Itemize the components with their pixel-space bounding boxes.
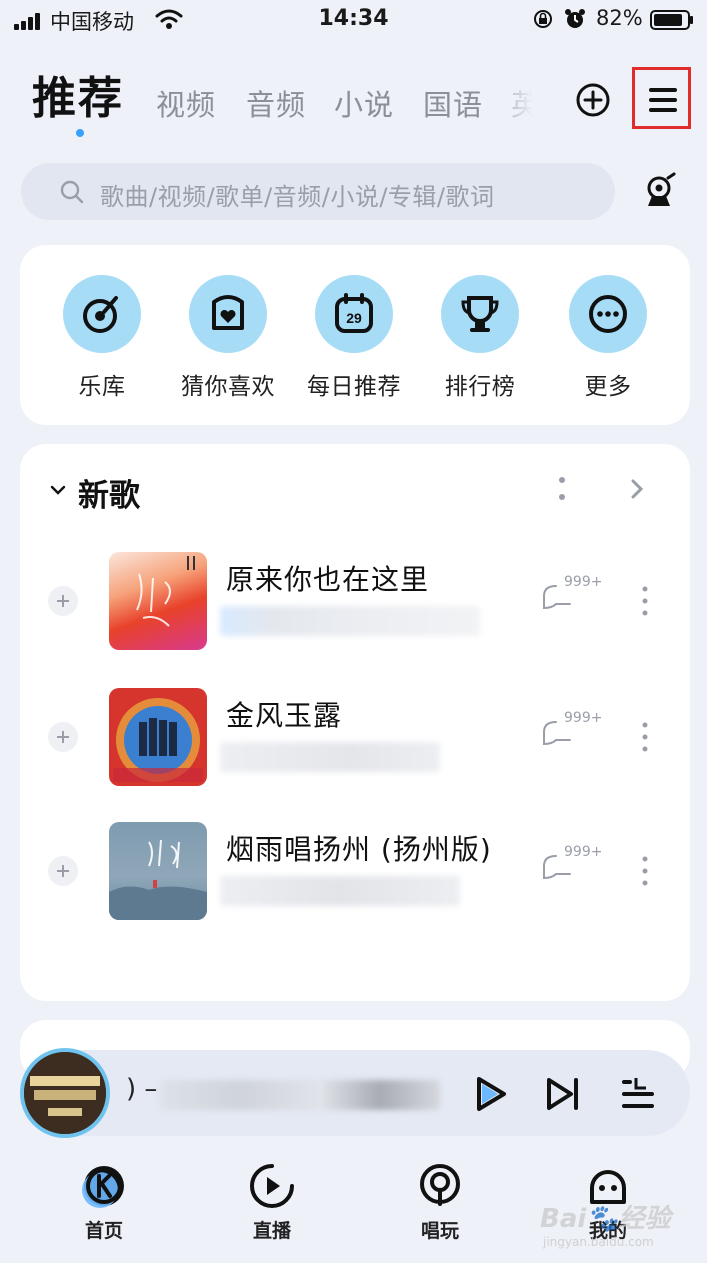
tab-novel[interactable]: 小说 [334, 82, 394, 124]
add-to-playlist-button[interactable] [48, 856, 78, 886]
chevron-right-icon[interactable] [630, 478, 644, 500]
now-playing-redacted [160, 1080, 320, 1110]
song-more-icon[interactable] [642, 856, 648, 886]
active-tab-indicator [76, 129, 84, 137]
quick-guess-you-like[interactable]: 猜你喜欢 [168, 275, 288, 401]
next-track-icon[interactable] [543, 1074, 583, 1114]
nav-home[interactable]: 首页 [44, 1162, 164, 1243]
song-title: 原来你也在这里 [226, 563, 430, 596]
alarm-icon [565, 9, 585, 28]
section-title: 新歌 [78, 478, 140, 514]
home-k-icon [82, 1166, 124, 1208]
quick-more[interactable]: 更多 [548, 275, 668, 401]
tab-audio[interactable]: 音频 [246, 82, 306, 124]
add-to-playlist-button[interactable] [48, 586, 78, 616]
add-to-playlist-button[interactable] [48, 722, 78, 752]
album-cover[interactable] [109, 552, 207, 650]
comment-count: 999+ [564, 844, 603, 860]
quick-actions-card: 乐库 猜你喜欢 29 每日推荐 排行榜 更多 [20, 245, 690, 425]
heart-icon [212, 295, 244, 330]
more-icon [589, 295, 627, 333]
song-more-icon[interactable] [642, 586, 648, 616]
album-cover[interactable] [109, 822, 207, 920]
now-playing-title: ) – [126, 1074, 158, 1104]
nav-label: 首页 [84, 1220, 123, 1242]
section-more-icon[interactable] [558, 476, 566, 502]
add-circle-icon[interactable] [575, 82, 611, 118]
quick-label: 每日推荐 [307, 374, 401, 400]
menu-button[interactable] [632, 67, 691, 129]
quick-daily-recommend[interactable]: 29 每日推荐 [294, 275, 414, 401]
nav-label: 直播 [252, 1220, 291, 1242]
status-bar: 中国移动 14:34 82% [0, 0, 707, 40]
search-icon [60, 180, 84, 204]
song-row[interactable]: 金风玉露 999+ [20, 684, 690, 786]
search-input[interactable]: 歌曲/视频/歌单/音频/小说/专辑/歌词 [100, 177, 495, 212]
cover-art [24, 1052, 106, 1134]
collapse-chevron-icon[interactable] [50, 482, 66, 498]
tab-video[interactable]: 视频 [156, 82, 216, 124]
quick-label: 乐库 [78, 374, 126, 400]
quick-ranking[interactable]: 排行榜 [420, 275, 540, 401]
rotation-lock-icon [534, 10, 552, 28]
now-playing-cover[interactable] [20, 1048, 110, 1138]
now-playing-redacted [320, 1080, 440, 1110]
quick-music-library[interactable]: 乐库 [42, 275, 162, 401]
cover-art [113, 698, 203, 782]
quick-label: 排行榜 [444, 374, 516, 400]
voice-search-icon[interactable] [642, 172, 680, 210]
tab-fade [505, 82, 545, 122]
song-row[interactable]: 烟雨唱扬州 (扬州版) 999+ [20, 818, 690, 920]
cover-art [136, 556, 195, 627]
cover-art [109, 839, 207, 920]
quick-label: 猜你喜欢 [181, 374, 275, 400]
tab-mandarin[interactable]: 国语 [423, 82, 483, 124]
search-bar[interactable]: 歌曲/视频/歌单/音频/小说/专辑/歌词 [21, 163, 615, 220]
play-icon[interactable] [470, 1074, 510, 1114]
comment-count: 999+ [564, 574, 603, 590]
album-cover[interactable] [109, 688, 207, 786]
tab-recommend[interactable]: 推荐 [32, 62, 124, 126]
nav-live[interactable]: 直播 [212, 1162, 332, 1243]
new-songs-card: 新歌 原来你也在这里 999+ 金风玉露 999+ 烟雨唱扬州 (扬州版) 99… [20, 444, 690, 1001]
battery-icon [650, 10, 693, 30]
calendar-day: 29 [346, 310, 362, 326]
comment-count: 999+ [564, 710, 603, 726]
battery-percent: 82% [596, 6, 643, 30]
music-library-icon [83, 296, 118, 333]
nav-sing[interactable]: 唱玩 [380, 1162, 500, 1243]
song-title: 金风玉露 [226, 699, 343, 732]
playlist-icon[interactable] [618, 1074, 658, 1114]
song-title: 烟雨唱扬州 (扬州版) [226, 833, 492, 866]
mini-player[interactable]: ) – [20, 1048, 690, 1138]
calendar-icon: 29 [335, 293, 373, 333]
watermark-url: jingyan.baidu.com [543, 1235, 654, 1249]
song-artist-redacted [220, 742, 440, 772]
live-icon [250, 1164, 294, 1208]
song-artist-redacted [220, 876, 460, 906]
trophy-icon [461, 296, 499, 332]
nav-label: 唱玩 [420, 1220, 459, 1242]
sing-icon [420, 1164, 460, 1206]
song-row[interactable]: 原来你也在这里 999+ [20, 548, 690, 650]
song-more-icon[interactable] [642, 722, 648, 752]
quick-label: 更多 [584, 374, 632, 400]
song-artist-redacted [220, 606, 480, 636]
watermark: Bai🐾经验 [540, 1204, 671, 1234]
